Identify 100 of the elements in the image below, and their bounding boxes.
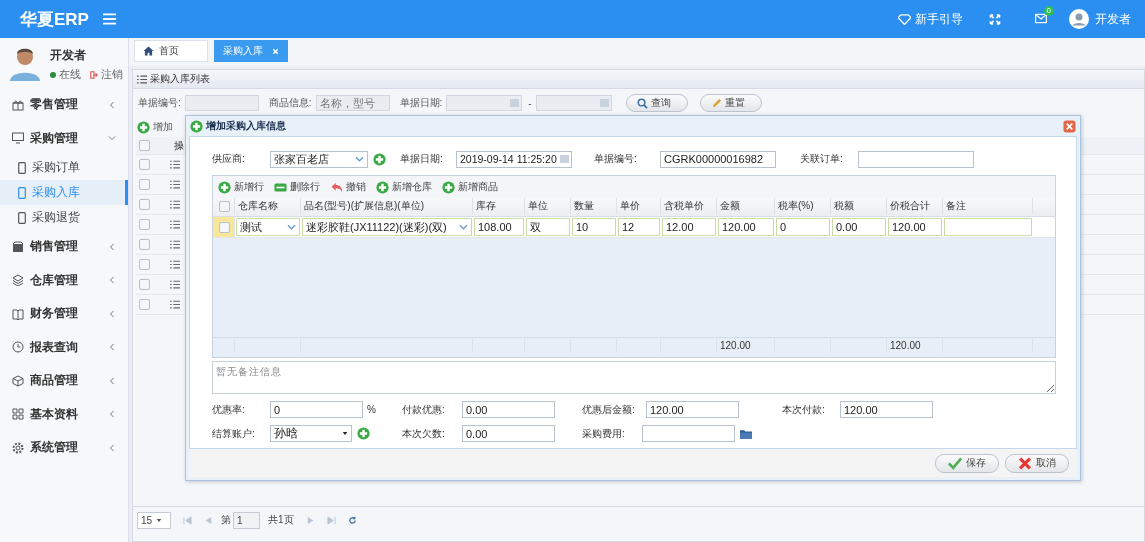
checkbox[interactable] bbox=[139, 179, 150, 190]
amount-field[interactable]: 0.00 bbox=[462, 425, 555, 442]
page-field[interactable]: 1 bbox=[233, 511, 260, 529]
add-button[interactable]: 增加 bbox=[137, 120, 173, 134]
search-button[interactable]: 查询 bbox=[625, 94, 688, 112]
page-tab[interactable]: 首页 bbox=[134, 40, 208, 62]
next-page-icon[interactable] bbox=[305, 515, 315, 525]
logout-icon bbox=[90, 71, 98, 79]
search-field[interactable]: 名称，型号 bbox=[315, 95, 390, 111]
plus-icon[interactable] bbox=[373, 152, 386, 166]
expand-icon[interactable] bbox=[989, 13, 1001, 25]
date-field[interactable]: 2019-09-14 11:25:20 bbox=[456, 150, 572, 168]
previous-page-icon[interactable] bbox=[204, 515, 213, 525]
menu-item[interactable]: 销售管理 bbox=[0, 230, 128, 264]
table-input[interactable]: 120.00 bbox=[888, 218, 942, 236]
checkbox[interactable] bbox=[139, 259, 150, 270]
mail-badge: 0 bbox=[1043, 5, 1054, 16]
table-input[interactable]: 0.00 bbox=[832, 218, 886, 236]
chevron-icon bbox=[108, 309, 116, 318]
table-input[interactable]: 12 bbox=[618, 218, 660, 236]
toolbar-button[interactable]: 撤销 bbox=[330, 180, 366, 194]
table-input[interactable]: 108.00 bbox=[474, 218, 524, 236]
user-name: 开发者 bbox=[50, 47, 87, 64]
dialog-title: 增加采购入库信息 bbox=[206, 119, 286, 133]
refresh-icon[interactable] bbox=[347, 515, 357, 525]
table-input[interactable]: 120.00 bbox=[718, 218, 774, 236]
toolbar-button[interactable]: 新增仓库 bbox=[376, 180, 432, 194]
status-text: 在线 bbox=[59, 68, 81, 82]
list-icon[interactable] bbox=[170, 200, 180, 209]
plus-icon bbox=[442, 180, 455, 194]
chevron-icon bbox=[108, 410, 116, 419]
checkbox[interactable] bbox=[139, 219, 150, 230]
toolbar-button[interactable]: 新增商品 bbox=[442, 180, 498, 194]
cost-field[interactable] bbox=[642, 425, 735, 442]
list-icon[interactable] bbox=[170, 160, 180, 169]
menu-item[interactable]: 财务管理 bbox=[0, 297, 128, 331]
list-icon[interactable] bbox=[170, 240, 180, 249]
chevron-icon bbox=[108, 100, 116, 109]
close-icon[interactable] bbox=[272, 47, 279, 55]
checkbox[interactable] bbox=[139, 279, 150, 290]
amount-field[interactable]: 120.00 bbox=[840, 401, 933, 418]
folder-icon[interactable] bbox=[740, 428, 752, 439]
caret-icon bbox=[156, 517, 163, 523]
checkbox[interactable] bbox=[139, 140, 150, 151]
search-button[interactable]: 重置 bbox=[699, 94, 762, 112]
table-input[interactable]: 双 bbox=[526, 218, 570, 236]
table-input[interactable]: 12.00 bbox=[662, 218, 716, 236]
amount-field[interactable]: 0.00 bbox=[462, 401, 555, 418]
linked-order-field[interactable] bbox=[858, 150, 974, 168]
close-icon[interactable] bbox=[1063, 119, 1076, 133]
menu-item[interactable]: 零售管理 bbox=[0, 88, 128, 122]
menu-item[interactable]: 系统管理 bbox=[0, 431, 128, 465]
supplier-select[interactable]: 张家百老店 bbox=[270, 150, 368, 168]
percent-sign: % bbox=[367, 404, 376, 415]
cancel-button[interactable]: 取消 bbox=[1005, 453, 1069, 473]
list-icon[interactable] bbox=[170, 180, 180, 189]
checkbox[interactable] bbox=[139, 159, 150, 170]
table-input[interactable]: 10 bbox=[572, 218, 616, 236]
menu-item[interactable]: 采购管理 bbox=[0, 121, 128, 155]
phone-icon bbox=[18, 186, 26, 199]
amount-field[interactable]: 120.00 bbox=[646, 401, 739, 418]
table-input[interactable] bbox=[944, 218, 1032, 236]
menu-item[interactable]: 仓库管理 bbox=[0, 263, 128, 297]
checkbox[interactable] bbox=[139, 299, 150, 310]
checkbox[interactable] bbox=[139, 239, 150, 250]
plus-icon[interactable] bbox=[357, 427, 370, 440]
checkbox[interactable] bbox=[139, 199, 150, 210]
submenu-item[interactable]: 采购退货 bbox=[0, 205, 128, 230]
save-button[interactable]: 保存 bbox=[935, 453, 999, 473]
date-field[interactable] bbox=[446, 95, 523, 111]
menu-item[interactable]: 报表查询 bbox=[0, 330, 128, 364]
table-select[interactable]: 迷彩胶鞋(JX11122)(迷彩)(双) bbox=[302, 218, 472, 236]
first-page-icon[interactable] bbox=[183, 515, 192, 525]
list-icon[interactable] bbox=[170, 280, 180, 289]
list-icon[interactable] bbox=[170, 260, 180, 269]
toolbar-button[interactable]: 删除行 bbox=[274, 180, 320, 194]
menu-item[interactable]: 基本资料 bbox=[0, 397, 128, 431]
diamond-icon bbox=[898, 13, 911, 25]
checkbox[interactable] bbox=[219, 221, 230, 233]
list-icon[interactable] bbox=[170, 220, 180, 229]
field-label: 单据日期: bbox=[400, 152, 444, 166]
page-size-select[interactable]: 15 bbox=[137, 511, 171, 529]
date-field[interactable] bbox=[535, 95, 612, 111]
checkbox[interactable] bbox=[219, 200, 230, 212]
submenu-item[interactable]: 采购订单 bbox=[0, 155, 128, 180]
mail-icon[interactable] bbox=[1035, 12, 1047, 24]
search-field[interactable] bbox=[184, 95, 259, 111]
table-select[interactable]: 测试 bbox=[236, 218, 300, 236]
last-page-icon[interactable] bbox=[326, 515, 336, 525]
column-header: 品名(型号)(扩展信息)(单位) bbox=[301, 198, 473, 214]
menu-item[interactable]: 商品管理 bbox=[0, 364, 128, 398]
account-select[interactable]: 孙晗 bbox=[270, 425, 352, 442]
list-icon[interactable] bbox=[170, 300, 180, 309]
logout-link[interactable]: 注销 bbox=[101, 68, 123, 82]
number-field[interactable]: CGRK00000016982 bbox=[660, 150, 776, 168]
toolbar-button[interactable]: 新增行 bbox=[218, 180, 264, 194]
total-cell: 120.00 bbox=[717, 338, 775, 353]
table-input[interactable]: 0 bbox=[776, 218, 830, 236]
remark-field[interactable]: 暂无备注信息 bbox=[212, 361, 1056, 394]
amount-field[interactable]: 0 bbox=[270, 401, 363, 418]
